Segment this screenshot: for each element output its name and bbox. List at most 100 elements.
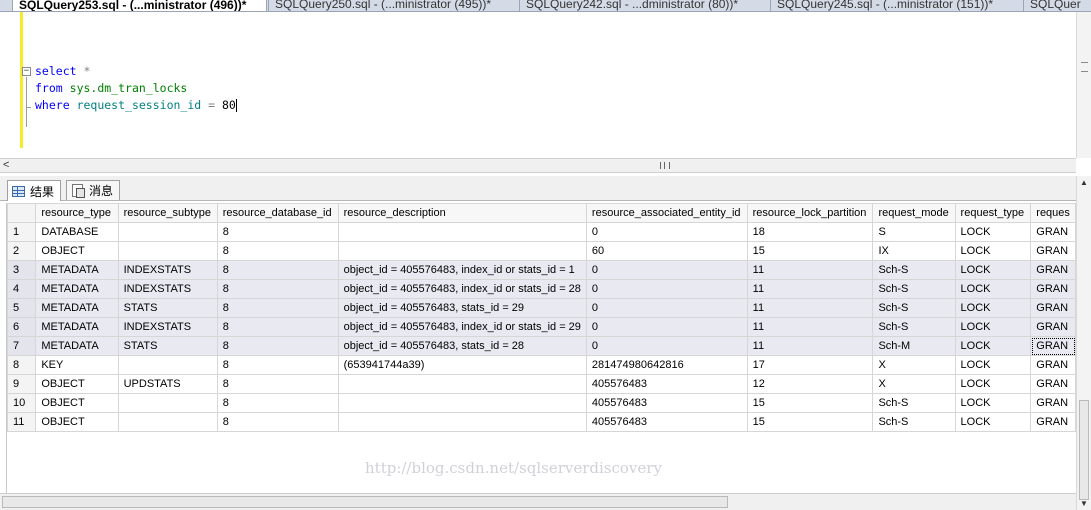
table-cell[interactable]: [337, 393, 587, 413]
table-cell[interactable]: S: [872, 222, 956, 242]
table-cell[interactable]: METADATA: [35, 317, 119, 337]
scroll-grip-icon[interactable]: [660, 162, 670, 169]
table-cell[interactable]: object_id = 405576483, stats_id = 28: [337, 336, 587, 356]
table-cell[interactable]: 8: [216, 336, 339, 356]
column-header[interactable]: request_mode: [872, 203, 956, 223]
table-cell[interactable]: LOCK: [954, 412, 1032, 432]
table-cell[interactable]: GRAN: [1030, 241, 1076, 261]
editor-vertical-scrollbar[interactable]: [1076, 12, 1091, 158]
editor-horizontal-scrollbar[interactable]: <: [0, 158, 1076, 173]
table-cell[interactable]: GRAN: [1030, 412, 1076, 432]
table-cell[interactable]: OBJECT: [35, 393, 119, 413]
table-cell[interactable]: Sch-M: [872, 336, 956, 356]
table-cell[interactable]: STATS: [117, 298, 218, 318]
table-cell[interactable]: STATS: [117, 336, 218, 356]
table-cell[interactable]: IX: [872, 241, 956, 261]
table-cell[interactable]: 405576483: [585, 374, 748, 394]
table-cell[interactable]: LOCK: [954, 260, 1032, 280]
row-number[interactable]: 7: [7, 336, 37, 356]
table-cell[interactable]: Sch-S: [872, 412, 956, 432]
grid-vertical-scrollbar[interactable]: ▲ ▼: [1076, 176, 1091, 510]
table-cell[interactable]: Sch-S: [872, 317, 956, 337]
table-cell[interactable]: [337, 412, 587, 432]
table-cell[interactable]: X: [872, 355, 956, 375]
table-row[interactable]: 7 METADATA STATS 8 object_id = 405576483, st…: [7, 336, 1076, 356]
table-cell[interactable]: INDEXSTATS: [117, 279, 218, 299]
row-number[interactable]: 6: [7, 317, 37, 337]
table-cell[interactable]: 8: [216, 412, 339, 432]
scroll-thumb[interactable]: [1079, 400, 1089, 500]
table-cell[interactable]: [117, 355, 218, 375]
column-header[interactable]: resource_lock_partition: [746, 203, 874, 223]
table-cell[interactable]: Sch-S: [872, 298, 956, 318]
table-cell[interactable]: 0: [585, 336, 748, 356]
table-cell[interactable]: LOCK: [954, 279, 1032, 299]
table-cell[interactable]: 8: [216, 393, 339, 413]
tab-results[interactable]: 结果: [7, 180, 62, 201]
table-cell[interactable]: Sch-S: [872, 260, 956, 280]
table-cell[interactable]: LOCK: [954, 355, 1032, 375]
table-cell[interactable]: 8: [216, 222, 339, 242]
row-number[interactable]: 5: [7, 298, 37, 318]
table-cell[interactable]: OBJECT: [35, 241, 119, 261]
table-cell[interactable]: [117, 222, 218, 242]
table-cell[interactable]: 0: [585, 317, 748, 337]
table-row[interactable]: 9 OBJECT UPDSTATS 8 405576483 12 X LOCK GRAN: [7, 374, 1076, 394]
table-cell[interactable]: [117, 241, 218, 261]
row-number[interactable]: 2: [7, 241, 37, 261]
table-cell[interactable]: object_id = 405576483, index_id or stats…: [337, 260, 587, 280]
scroll-grip-icon[interactable]: [1081, 62, 1088, 72]
tab-sqlquery-overflow[interactable]: SQLQuer: [1023, 0, 1091, 11]
table-cell[interactable]: INDEXSTATS: [117, 317, 218, 337]
table-cell[interactable]: GRAN: [1030, 260, 1076, 280]
table-cell[interactable]: 11: [746, 336, 874, 356]
tab-messages[interactable]: 消息: [66, 180, 121, 200]
table-row[interactable]: 8 KEY 8 (653941744a39) 281474980642816 17 X LOC…: [7, 355, 1076, 375]
tab-sqlquery250[interactable]: SQLQuery250.sql - (...ministrator (495))…: [268, 0, 518, 11]
row-number-header[interactable]: [7, 203, 37, 223]
table-cell[interactable]: GRAN: [1030, 317, 1076, 337]
table-cell[interactable]: METADATA: [35, 279, 119, 299]
column-header[interactable]: resource_type: [35, 203, 119, 223]
scroll-down-icon[interactable]: ▼: [1080, 499, 1088, 508]
table-row[interactable]: 2 OBJECT 8 60 15 IX LOCK GRAN: [7, 241, 1076, 261]
table-cell[interactable]: LOCK: [954, 393, 1032, 413]
query-editor[interactable]: − select * from sys.dm_tran_locks where …: [0, 12, 1076, 158]
table-cell[interactable]: object_id = 405576483, stats_id = 29: [337, 298, 587, 318]
table-cell[interactable]: Sch-S: [872, 393, 956, 413]
results-grid[interactable]: resource_type resource_subtype resource_…: [6, 203, 1076, 493]
row-number[interactable]: 9: [7, 374, 37, 394]
row-number[interactable]: 3: [7, 260, 37, 280]
table-cell[interactable]: X: [872, 374, 956, 394]
column-header[interactable]: resource_description: [337, 203, 587, 223]
table-cell[interactable]: METADATA: [35, 260, 119, 280]
table-cell[interactable]: GRAN: [1030, 355, 1076, 375]
table-cell[interactable]: [337, 374, 587, 394]
tab-sqlquery245[interactable]: SQLQuery245.sql - (...ministrator (151))…: [770, 0, 1022, 11]
scroll-left-icon[interactable]: <: [3, 159, 9, 172]
table-cell[interactable]: 8: [216, 355, 339, 375]
table-row[interactable]: 10 OBJECT 8 405576483 15 Sch-S LOCK GRAN: [7, 393, 1076, 413]
table-cell[interactable]: OBJECT: [35, 412, 119, 432]
table-cell[interactable]: 11: [746, 279, 874, 299]
table-cell[interactable]: 15: [746, 412, 874, 432]
table-cell[interactable]: LOCK: [954, 222, 1032, 242]
table-cell[interactable]: [117, 412, 218, 432]
table-cell[interactable]: UPDSTATS: [117, 374, 218, 394]
table-cell[interactable]: GRAN: [1030, 374, 1076, 394]
table-cell[interactable]: LOCK: [954, 241, 1032, 261]
table-cell[interactable]: DATABASE: [35, 222, 119, 242]
table-cell[interactable]: 405576483: [585, 412, 748, 432]
table-cell[interactable]: 8: [216, 241, 339, 261]
table-cell[interactable]: 11: [746, 260, 874, 280]
table-cell[interactable]: 12: [746, 374, 874, 394]
column-header[interactable]: resource_subtype: [117, 203, 218, 223]
grid-horizontal-scrollbar[interactable]: [0, 493, 1076, 510]
tab-sqlquery253[interactable]: SQLQuery253.sql - (...ministrator (496))…: [12, 0, 267, 11]
column-header[interactable]: reques: [1030, 203, 1076, 223]
row-number[interactable]: 10: [7, 393, 37, 413]
table-cell[interactable]: GRAN: [1030, 279, 1076, 299]
table-cell[interactable]: METADATA: [35, 336, 119, 356]
table-cell[interactable]: 8: [216, 260, 339, 280]
scroll-thumb[interactable]: [2, 496, 728, 508]
